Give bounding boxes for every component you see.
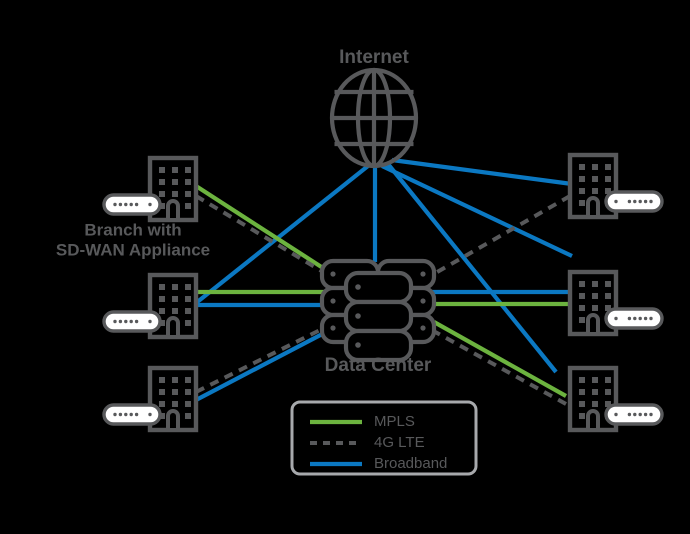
- branch-mid-right[interactable]: [567, 269, 664, 337]
- connection-line-4g-lte: [427, 326, 567, 406]
- legend-label: 4G LTE: [374, 434, 425, 451]
- network-diagram: Internet Data Center Branch with SD-WAN …: [0, 0, 690, 534]
- building-door: [586, 313, 600, 336]
- internet-node[interactable]: Internet: [329, 47, 419, 169]
- branch-caption: Branch with SD-WAN Appliance: [56, 220, 210, 259]
- branch-top-left[interactable]: [102, 155, 199, 223]
- branch-bottom-right[interactable]: [567, 365, 664, 433]
- globe-icon: [329, 67, 419, 169]
- branch-top-right[interactable]: [567, 152, 664, 220]
- branch-caption-line1: Branch with: [84, 220, 181, 239]
- connection-line-4g-lte: [194, 194, 332, 278]
- building-door: [166, 409, 180, 432]
- network-link-legend: MPLS 4G LTE Broadband: [290, 400, 478, 476]
- building-door: [586, 196, 600, 219]
- branch-bottom-left[interactable]: [102, 365, 199, 433]
- internet-label: Internet: [339, 47, 409, 68]
- building-door: [586, 409, 600, 432]
- connection-line-mpls: [194, 184, 325, 270]
- branch-caption-line2: SD-WAN Appliance: [56, 240, 210, 259]
- building-door: [166, 316, 180, 339]
- server-rack-icon: [319, 258, 437, 363]
- legend-label: Broadband: [374, 455, 447, 472]
- diagram-canvas: Internet Data Center Branch with SD-WAN …: [56, 47, 664, 476]
- building-door: [166, 199, 180, 222]
- data-center-label: Data Center: [325, 355, 432, 376]
- data-center-node[interactable]: Data Center: [319, 258, 437, 376]
- branch-mid-left[interactable]: [102, 272, 199, 340]
- connection-line-broadband: [391, 157, 573, 187]
- connection-line-4g-lte: [195, 324, 329, 394]
- connection-line-4g-lte: [431, 194, 571, 277]
- legend-label: MPLS: [374, 413, 415, 430]
- connection-line-broadband: [195, 328, 331, 402]
